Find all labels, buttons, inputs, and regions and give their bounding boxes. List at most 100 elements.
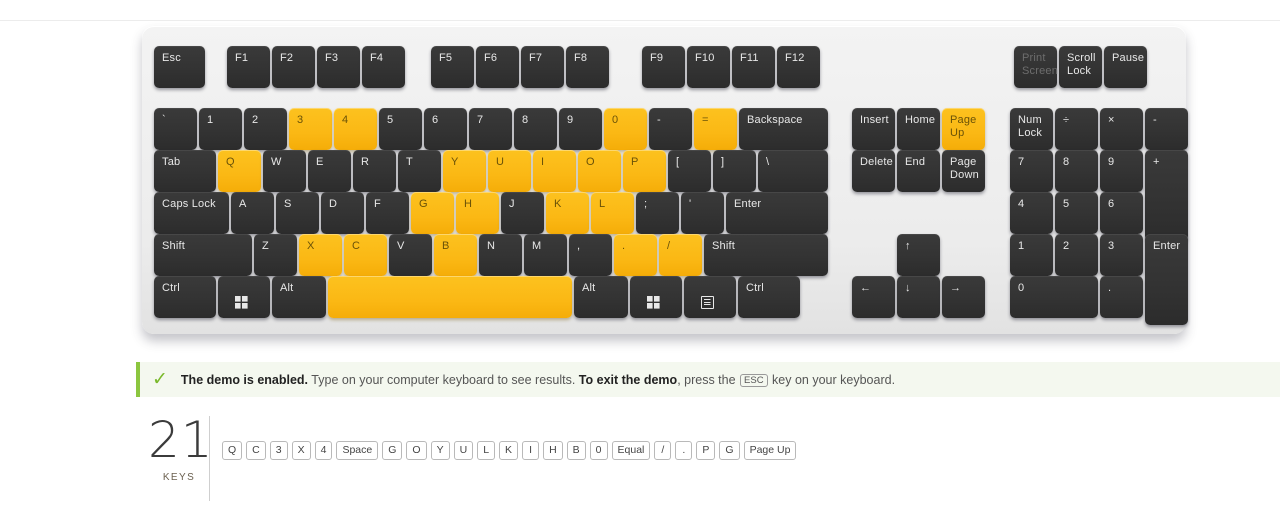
key-page-down[interactable]: Page Down xyxy=(942,150,985,192)
key-j[interactable]: J xyxy=(501,192,544,234)
virtual-keyboard[interactable]: Esc F1 F2 F3 F4 F5 F6 F7 F8 F9 F10 F11 F12 Print Scre… xyxy=(142,26,1188,334)
key-delete[interactable]: Delete xyxy=(852,150,895,192)
key-5[interactable]: 5 xyxy=(1055,192,1098,234)
key-i[interactable]: I xyxy=(533,150,576,192)
key-h[interactable]: H xyxy=(456,192,499,234)
key-tab[interactable]: Tab xyxy=(154,150,216,192)
key-num-lock[interactable]: Num Lock xyxy=(1010,108,1053,150)
key-x[interactable]: X xyxy=(299,234,342,276)
key-9[interactable]: 9 xyxy=(1100,150,1143,192)
key-sym[interactable]: ` xyxy=(154,108,197,150)
key-ctrl[interactable]: Ctrl xyxy=(154,276,216,318)
key-r[interactable]: R xyxy=(353,150,396,192)
key-sym[interactable]: × xyxy=(1100,108,1143,150)
key-f[interactable]: F xyxy=(366,192,409,234)
key-m[interactable]: M xyxy=(524,234,567,276)
key-1[interactable]: 1 xyxy=(199,108,242,150)
key-0[interactable]: 0 xyxy=(1010,276,1098,318)
key-c[interactable]: C xyxy=(344,234,387,276)
key-0[interactable]: 0 xyxy=(604,108,647,150)
key-4[interactable]: 4 xyxy=(334,108,377,150)
key-shift[interactable]: Shift xyxy=(154,234,252,276)
key-sym[interactable]: . xyxy=(614,234,657,276)
key-backspace[interactable]: Backspace xyxy=(739,108,828,150)
key-u[interactable]: U xyxy=(488,150,531,192)
key-f1[interactable]: F1 xyxy=(227,46,270,88)
key-2[interactable]: 2 xyxy=(1055,234,1098,276)
key-8[interactable]: 8 xyxy=(514,108,557,150)
key-alt[interactable]: Alt xyxy=(574,276,628,318)
key-end[interactable]: End xyxy=(897,150,940,192)
key-4[interactable]: 4 xyxy=(1010,192,1053,234)
key-insert[interactable]: Insert xyxy=(852,108,895,150)
key-f4[interactable]: F4 xyxy=(362,46,405,88)
key-windows-icon[interactable] xyxy=(218,276,270,318)
key-sym[interactable]: ' xyxy=(681,192,724,234)
key--[interactable]: - xyxy=(649,108,692,150)
key-s[interactable]: S xyxy=(276,192,319,234)
key-w[interactable]: W xyxy=(263,150,306,192)
key-k[interactable]: K xyxy=(546,192,589,234)
key-sym[interactable]: ↑ xyxy=(897,234,940,276)
key-v[interactable]: V xyxy=(389,234,432,276)
key-6[interactable]: 6 xyxy=(1100,192,1143,234)
key-f3[interactable]: F3 xyxy=(317,46,360,88)
key-7[interactable]: 7 xyxy=(469,108,512,150)
key-print-screen[interactable]: Print Screen xyxy=(1014,46,1058,88)
key-3[interactable]: 3 xyxy=(289,108,332,150)
key-l[interactable]: L xyxy=(591,192,634,234)
key-sym[interactable]: = xyxy=(694,108,737,150)
key-sym[interactable]: \ xyxy=(758,150,828,192)
key-scroll-lock[interactable]: Scroll Lock xyxy=(1059,46,1102,88)
key-space[interactable] xyxy=(328,276,572,318)
key-menu-icon[interactable] xyxy=(684,276,736,318)
key-f5[interactable]: F5 xyxy=(431,46,474,88)
key-g[interactable]: G xyxy=(411,192,454,234)
key-o[interactable]: O xyxy=(578,150,621,192)
key-sym[interactable]: ; xyxy=(636,192,679,234)
key-page-up[interactable]: Page Up xyxy=(942,108,985,150)
key-sym[interactable]: [ xyxy=(668,150,711,192)
key-sym[interactable]: ← xyxy=(852,276,895,318)
key-t[interactable]: T xyxy=(398,150,441,192)
key-f10[interactable]: F10 xyxy=(687,46,730,88)
key-ctrl[interactable]: Ctrl xyxy=(738,276,800,318)
key-z[interactable]: Z xyxy=(254,234,297,276)
key-f11[interactable]: F11 xyxy=(732,46,775,88)
key-sym[interactable]: + xyxy=(1145,150,1188,241)
key-8[interactable]: 8 xyxy=(1055,150,1098,192)
key-a[interactable]: A xyxy=(231,192,274,234)
key-9[interactable]: 9 xyxy=(559,108,602,150)
key-sym[interactable]: ↓ xyxy=(897,276,940,318)
key-1[interactable]: 1 xyxy=(1010,234,1053,276)
key-e[interactable]: E xyxy=(308,150,351,192)
key-f8[interactable]: F8 xyxy=(566,46,609,88)
key-shift[interactable]: Shift xyxy=(704,234,828,276)
key-pause[interactable]: Pause xyxy=(1104,46,1147,88)
key-sym[interactable]: ÷ xyxy=(1055,108,1098,150)
key-esc[interactable]: Esc xyxy=(154,46,205,88)
key-f9[interactable]: F9 xyxy=(642,46,685,88)
key-f7[interactable]: F7 xyxy=(521,46,564,88)
key--[interactable]: - xyxy=(1145,108,1188,150)
key-sym[interactable]: , xyxy=(569,234,612,276)
key-n[interactable]: N xyxy=(479,234,522,276)
key-q[interactable]: Q xyxy=(218,150,261,192)
key-caps-lock[interactable]: Caps Lock xyxy=(154,192,229,234)
key-home[interactable]: Home xyxy=(897,108,940,150)
key-sym[interactable]: ] xyxy=(713,150,756,192)
key-sym[interactable]: → xyxy=(942,276,985,318)
key-y[interactable]: Y xyxy=(443,150,486,192)
key-sym[interactable]: . xyxy=(1100,276,1143,318)
key-6[interactable]: 6 xyxy=(424,108,467,150)
key-2[interactable]: 2 xyxy=(244,108,287,150)
key-7[interactable]: 7 xyxy=(1010,150,1053,192)
key-f6[interactable]: F6 xyxy=(476,46,519,88)
key-5[interactable]: 5 xyxy=(379,108,422,150)
key-b[interactable]: B xyxy=(434,234,477,276)
key-p[interactable]: P xyxy=(623,150,666,192)
key-f2[interactable]: F2 xyxy=(272,46,315,88)
key-alt[interactable]: Alt xyxy=(272,276,326,318)
key-d[interactable]: D xyxy=(321,192,364,234)
key-windows-icon[interactable] xyxy=(630,276,682,318)
